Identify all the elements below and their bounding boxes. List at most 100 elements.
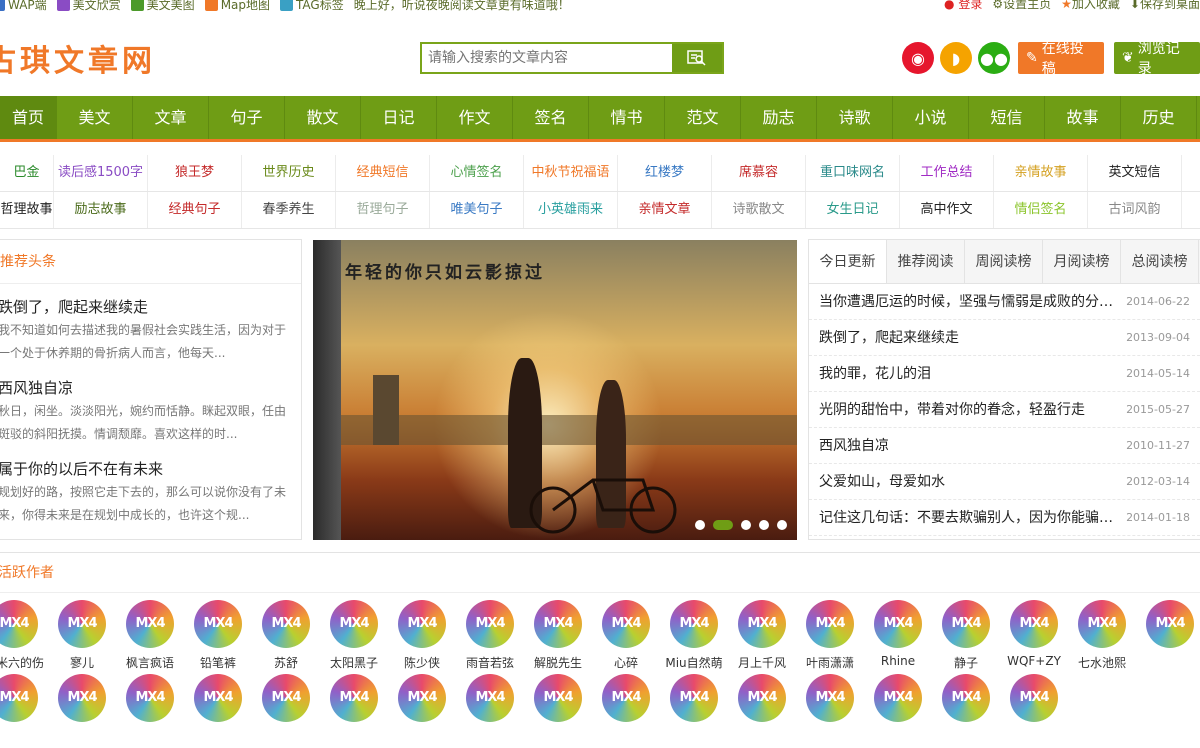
nav-item[interactable]: 日记 (361, 96, 437, 139)
author-item[interactable]: MX4 七水池熙 (1068, 600, 1136, 674)
author-item[interactable]: MX4 (116, 674, 184, 748)
author-item[interactable]: MX4 (0, 674, 48, 748)
map-link-label[interactable]: Map地图 (221, 0, 270, 11)
author-avatar[interactable]: MX4 (1010, 674, 1058, 722)
meitu-link[interactable]: 美文美图 (130, 0, 195, 11)
author-name[interactable]: 月上千风 (728, 654, 796, 671)
author-avatar[interactable]: MX4 (738, 674, 786, 722)
author-item[interactable]: MX4 心碎 (592, 600, 660, 674)
update-title[interactable]: 记住这几句话：不要去欺骗别人，因为你能骗到的人 (819, 500, 1125, 535)
author-name[interactable]: 铅笔裤 (184, 654, 252, 671)
tag-link[interactable]: 狼王梦 (148, 155, 242, 191)
recommended-article[interactable]: 西风独自凉 秋日，闲坐。淡淡阳光，婉约而恬静。眯起双眼，任由斑驳的斜阳抚摸。情调… (0, 377, 301, 446)
submit-article-button[interactable]: ✎ 在线投稿 (1018, 41, 1104, 77)
author-avatar[interactable]: MX4 (126, 600, 174, 648)
author-avatar[interactable]: MX4 (126, 674, 174, 722)
author-item[interactable]: MX4 寥儿 (48, 600, 116, 674)
nav-item[interactable]: 历史 (1121, 96, 1197, 139)
update-row[interactable]: 跌倒了，爬起来继续走 2013-09-04 (809, 320, 1200, 356)
author-item[interactable]: MX4 Rhine (864, 600, 932, 674)
tag-link[interactable]: 高中作文 (900, 192, 994, 228)
tab-4[interactable]: 总阅读榜 (1121, 240, 1199, 283)
author-avatar[interactable]: MX4 (330, 674, 378, 722)
tag-link[interactable]: 小英雄雨来 (524, 192, 618, 228)
tag-link[interactable]: 女生日记 (806, 192, 900, 228)
author-item[interactable]: MX4 解脱先生 (524, 600, 592, 674)
tag-link[interactable]: 哲理句子 (336, 192, 430, 228)
meitu-link-label[interactable]: 美文美图 (147, 0, 195, 11)
map-link[interactable]: Map地图 (204, 0, 270, 11)
carousel-dot[interactable] (759, 520, 769, 530)
author-avatar[interactable]: MX4 (1146, 600, 1194, 648)
nav-item[interactable]: 句子 (209, 96, 285, 139)
nav-item[interactable]: 首页 (0, 96, 57, 139)
author-name[interactable]: 叶雨潇潇 (796, 654, 864, 671)
meiwen-link-label[interactable]: 美文欣赏 (73, 0, 121, 11)
author-item[interactable]: MX4 (1000, 674, 1068, 748)
author-item[interactable]: MX4 (932, 674, 1000, 748)
author-name[interactable]: 枫言疯语 (116, 654, 184, 671)
author-item[interactable]: MX4 (456, 674, 524, 748)
tab-1[interactable]: 推荐阅读 (887, 240, 965, 283)
author-avatar[interactable]: MX4 (262, 600, 310, 648)
author-name[interactable]: 寥儿 (48, 654, 116, 671)
author-avatar[interactable]: MX4 (1078, 600, 1126, 648)
tag-link[interactable]: 经典短信 (336, 155, 430, 191)
tag-link[interactable]: 心情签名 (430, 155, 524, 191)
author-item[interactable]: MX4 (864, 674, 932, 748)
author-avatar[interactable]: MX4 (262, 674, 310, 722)
author-name[interactable]: Miu自然萌 (660, 654, 728, 671)
author-item[interactable]: MX4 WQF+ZY (1000, 600, 1068, 674)
nav-item[interactable]: 范文 (665, 96, 741, 139)
author-item[interactable]: MX4 雨音若弦 (456, 600, 524, 674)
wap-link[interactable]: WAP端 (0, 0, 47, 11)
search-button[interactable] (672, 44, 722, 72)
author-item[interactable]: MX4 Miu自然萌 (660, 600, 728, 674)
nav-item[interactable]: 文章 (133, 96, 209, 139)
author-item[interactable]: MX4 (184, 674, 252, 748)
author-item[interactable]: MX4 (48, 674, 116, 748)
author-item[interactable]: MX4 静子 (932, 600, 1000, 674)
save-desktop-link[interactable]: ⬇保存到桌面 (1130, 0, 1200, 10)
author-avatar[interactable]: MX4 (874, 600, 922, 648)
author-item[interactable]: MX4 陈少侠 (388, 600, 456, 674)
author-avatar[interactable]: MX4 (602, 600, 650, 648)
recommended-article[interactable]: 跌倒了，爬起来继续走 我不知道如何去描述我的暑假社会实践生活，因为对于一个处于休… (0, 296, 301, 365)
nav-item[interactable]: 签名 (513, 96, 589, 139)
tag-link[interactable]: 中秋节祝福语 (524, 155, 618, 191)
author-item[interactable]: MX4 叶雨潇潇 (796, 600, 864, 674)
article-title[interactable]: 西风独自凉 (0, 377, 293, 398)
recommended-article[interactable]: 属于你的以后不在有未来 规划好的路，按照它走下去的，那么可以说你没有了未来，你得… (0, 458, 301, 527)
update-title[interactable]: 光阴的甜怡中，带着对你的眷念，轻盈行走 (819, 392, 1125, 427)
nav-item[interactable]: 故事 (1045, 96, 1121, 139)
carousel-dot[interactable] (695, 520, 705, 530)
nav-item[interactable]: 励志 (741, 96, 817, 139)
site-logo[interactable]: 古琪文章网 (0, 36, 156, 80)
author-item[interactable]: MX4 (1136, 600, 1200, 674)
nav-item[interactable]: 作文 (437, 96, 513, 139)
tag-link[interactable]: 古词风韵 (1088, 192, 1182, 228)
author-name[interactable]: 七水池熙 (1068, 654, 1136, 671)
author-avatar[interactable]: MX4 (194, 674, 242, 722)
author-avatar[interactable]: MX4 (58, 674, 106, 722)
update-title[interactable]: 当你遭遇厄运的时候，坚强与懦弱是成败的分水岭 (819, 284, 1125, 319)
author-name[interactable]: WQF+ZY (1000, 654, 1068, 668)
author-name[interactable]: 太阳黑子 (320, 654, 388, 671)
tab-2[interactable]: 周阅读榜 (965, 240, 1043, 283)
login-link[interactable]: ● 登录 (944, 0, 982, 10)
nav-item[interactable]: 散文 (285, 96, 361, 139)
tag-link[interactable]: 席慕容 (712, 155, 806, 191)
meiwen-link[interactable]: 美文欣赏 (56, 0, 121, 11)
author-avatar[interactable]: MX4 (466, 600, 514, 648)
tag-link[interactable]: 巴金 (0, 155, 54, 191)
tag-link[interactable]: 励志故事 (54, 192, 148, 228)
author-name[interactable]: 陈少侠 (388, 654, 456, 671)
author-avatar[interactable]: MX4 (738, 600, 786, 648)
update-row[interactable]: 当你遭遇厄运的时候，坚强与懦弱是成败的分水岭 2014-06-22 (809, 284, 1200, 320)
tag-link[interactable]: 亲情故事 (994, 155, 1088, 191)
update-row[interactable]: 西风独自凉 2010-11-27 (809, 428, 1200, 464)
author-item[interactable]: MX4 (320, 674, 388, 748)
author-name[interactable]: 苏舒 (252, 654, 320, 671)
article-title[interactable]: 属于你的以后不在有未来 (0, 458, 293, 479)
update-title[interactable]: 西风独自凉 (819, 428, 1125, 463)
